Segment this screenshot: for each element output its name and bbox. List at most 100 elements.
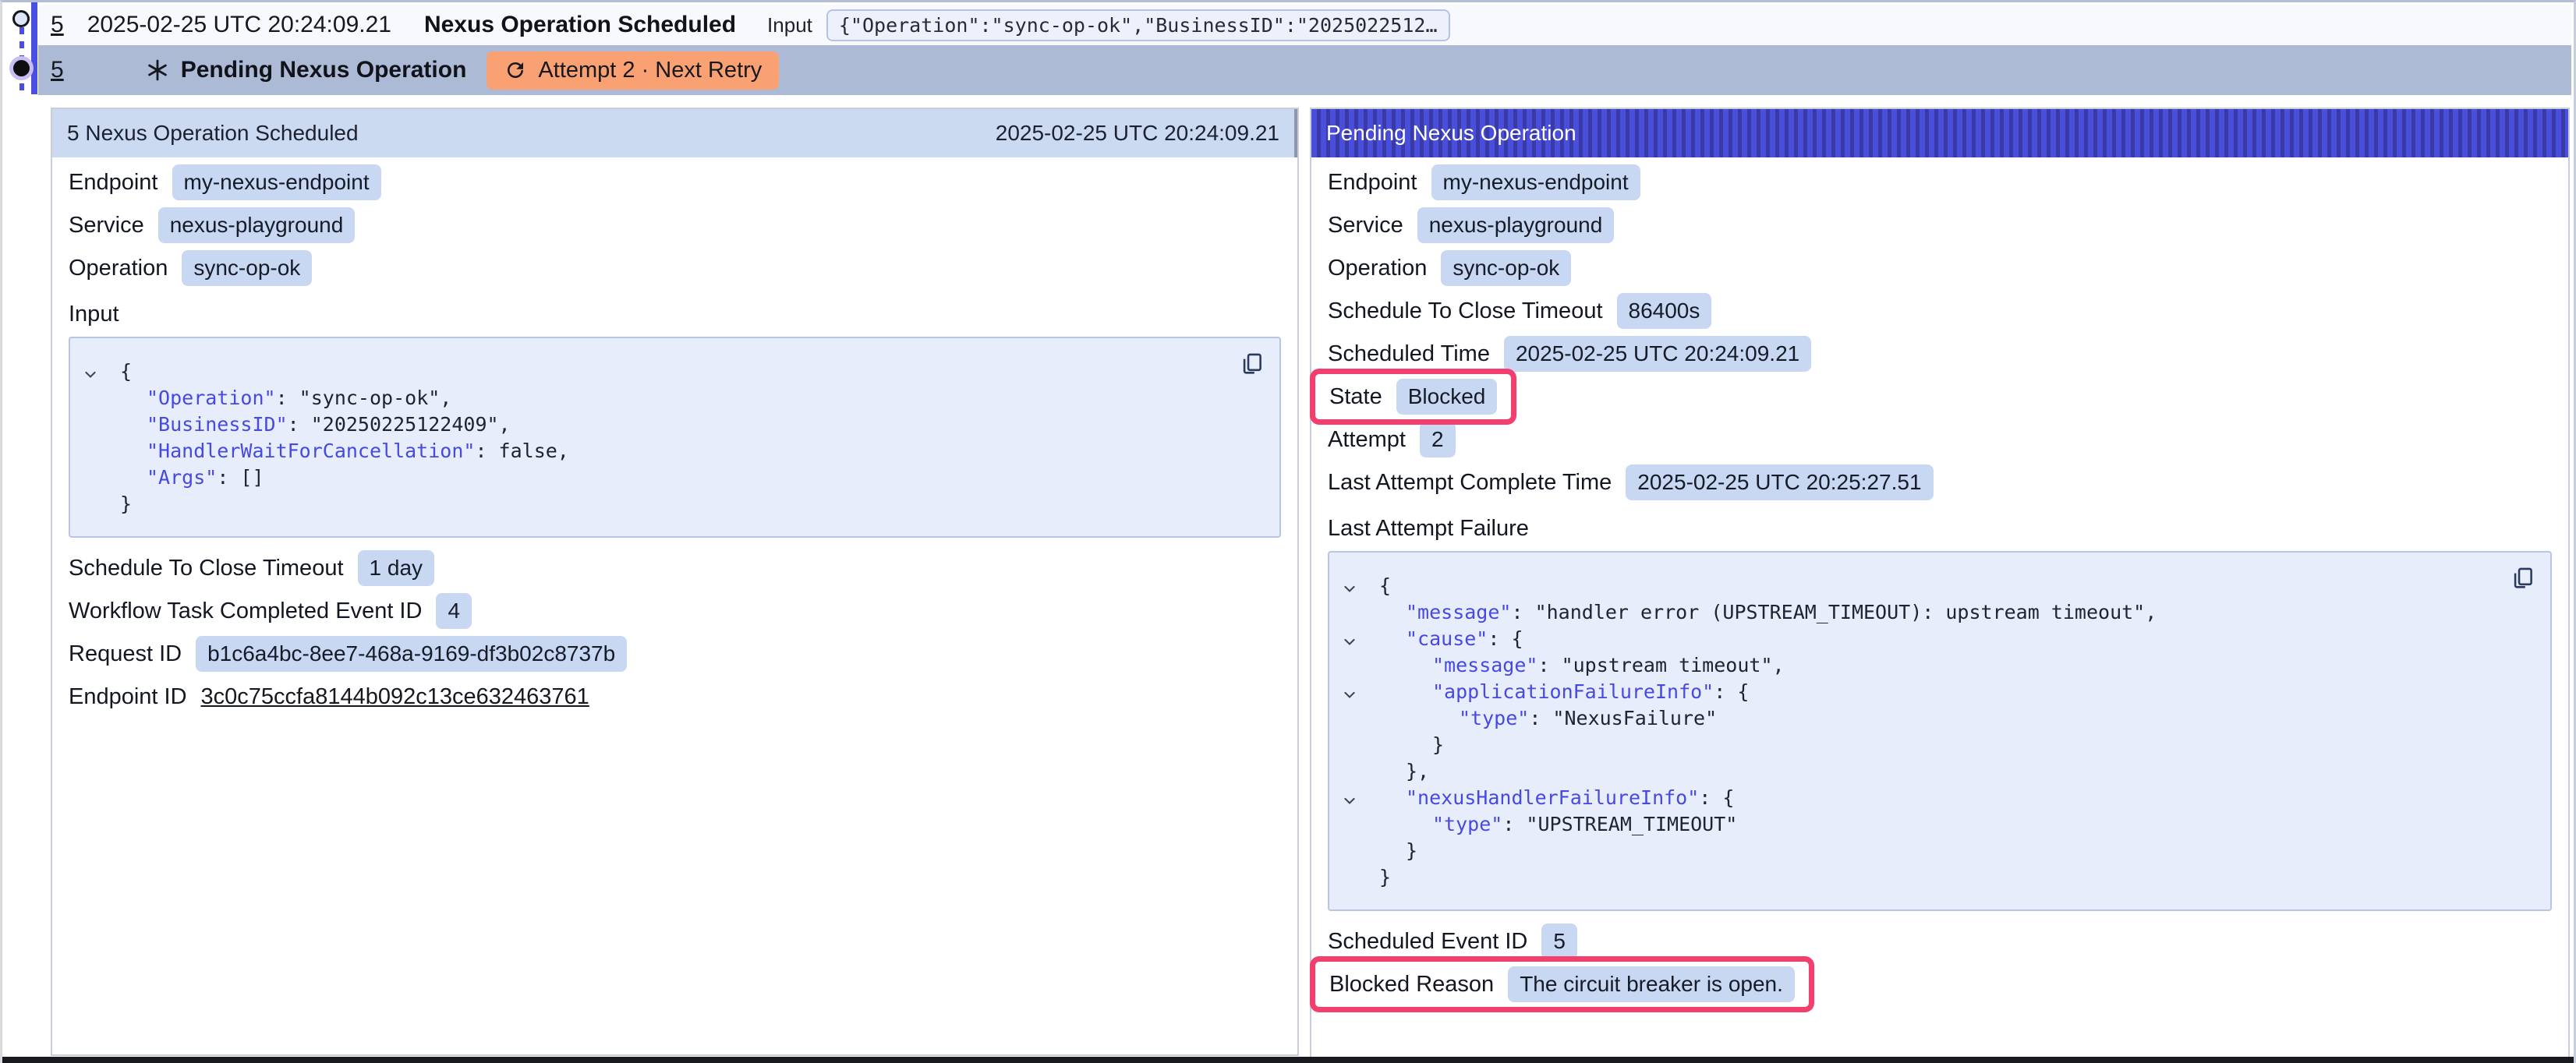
input-preview-chip[interactable]: {"Operation":"sync-op-ok","BusinessID":"… xyxy=(826,9,1450,41)
json-code-line: "Args": [] xyxy=(70,464,1217,491)
field-label: Service xyxy=(1328,213,1403,238)
event-row-pending-nexus-operation[interactable]: 5 Pending Nexus Operation Attempt 2 · Ne… xyxy=(38,45,2571,95)
field-row-workflow-task-completed-event-id: Workflow Task Completed Event ID4 xyxy=(69,593,1281,629)
field-row-state: State Blocked xyxy=(1328,379,2552,415)
json-text: : { xyxy=(1714,680,1749,703)
scheduled-event-detail-panel: 5 Nexus Operation Scheduled 2025-02-25 U… xyxy=(51,108,1299,1056)
input-json-viewer: {"Operation": "sync-op-ok","BusinessID":… xyxy=(69,337,1281,538)
event-row-nexus-operation-scheduled[interactable]: 5 2025-02-25 UTC 20:24:09.21 Nexus Opera… xyxy=(38,5,2571,45)
scheduled-panel-body: Endpoint my-nexus-endpoint Servicenexus-pl… xyxy=(52,164,1297,715)
retry-icon xyxy=(504,58,527,82)
field-label: Schedule To Close Timeout xyxy=(69,556,344,581)
json-text: : "UPSTREAM_TIMEOUT" xyxy=(1502,813,1737,835)
json-key: "HandlerWaitForCancellation" xyxy=(147,440,475,462)
field-row-last-attempt-complete-time: Last Attempt Complete Time 2025-02-25 UTC… xyxy=(1328,464,2552,500)
pending-panel-body: Endpointmy-nexus-endpointServicenexus-pl… xyxy=(1311,164,2568,1002)
attempt-retry-badge: Attempt 2 · Next Retry xyxy=(487,51,779,90)
json-code-line: "message": "upstream timeout", xyxy=(1329,652,2488,679)
json-code-line: } xyxy=(70,491,1217,517)
json-text: { xyxy=(1379,574,1391,597)
json-code-line: { xyxy=(1329,573,2488,599)
field-value-badge: 5 xyxy=(1541,924,1577,959)
field-label: Operation xyxy=(69,256,168,281)
pending-operation-detail-panel: Pending Nexus Operation Endpointmy-nexus… xyxy=(1310,108,2570,1063)
field-value-link[interactable]: 3c0c75ccfa8144b092c13ce632463761 xyxy=(201,684,589,710)
field-row-scheduled-time: Scheduled Time 2025-02-25 UTC 20:24:09.21 xyxy=(1328,336,2552,372)
json-text: : { xyxy=(1699,786,1734,809)
json-code-line: } xyxy=(1329,838,2488,864)
json-code-line: "nexusHandlerFailureInfo": { xyxy=(1329,785,2488,811)
json-code-line: } xyxy=(1329,732,2488,758)
field-value-badge: 4 xyxy=(436,593,472,629)
json-text: : "NexusFailure" xyxy=(1529,707,1717,729)
workflow-history-event-view: 5 2025-02-25 UTC 20:24:09.21 Nexus Opera… xyxy=(0,0,2576,1063)
copy-button[interactable] xyxy=(1239,351,1265,384)
copy-button[interactable] xyxy=(2510,565,2536,599)
field-label: Endpoint xyxy=(69,170,158,196)
field-value-badge: my-nexus-endpoint xyxy=(1431,164,1640,200)
field-value-badge: nexus-playground xyxy=(1417,207,1615,243)
field-label: State xyxy=(1329,384,1382,410)
event-id-link[interactable]: 5 xyxy=(51,57,64,83)
field-value-badge: my-nexus-endpoint xyxy=(172,164,381,200)
field-label: Scheduled Event ID xyxy=(1328,929,1527,955)
field-row-blocked-reason: Blocked ReasonThe circuit breaker is ope… xyxy=(1328,966,2552,1002)
json-code-line: "BusinessID": "20250225122409", xyxy=(70,411,1217,438)
annotation-highlight-box: Blocked ReasonThe circuit breaker is ope… xyxy=(1310,956,1814,1012)
field-label: Operation xyxy=(1328,256,1427,281)
json-text: } xyxy=(1432,733,1444,756)
json-code-line: }, xyxy=(1329,758,2488,785)
field-value-badge: 2 xyxy=(1420,422,1456,457)
input-label: Input xyxy=(767,13,812,37)
json-code-line: } xyxy=(1329,864,2488,891)
field-row-operation: Operation sync-op-ok xyxy=(1328,250,2552,286)
field-row-attempt: Attempt 2 xyxy=(1328,422,2552,457)
field-value-badge: 2025-02-25 UTC 20:24:09.21 xyxy=(1504,336,1811,372)
field-label: Blocked Reason xyxy=(1329,972,1494,998)
json-text: } xyxy=(1379,866,1391,888)
json-text: : "20250225122409", xyxy=(288,413,511,436)
json-code-line: { xyxy=(70,358,1217,385)
json-code-line: "type": "UPSTREAM_TIMEOUT" xyxy=(1329,811,2488,838)
field-row-schedule-to-close-timeout: Schedule To Close Timeout1 day xyxy=(69,550,1281,586)
field-value-badge: sync-op-ok xyxy=(182,250,312,286)
field-value-badge: b1c6a4bc-8ee7-468a-9169-df3b02c8737b xyxy=(196,636,627,672)
json-code-line: "HandlerWaitForCancellation": false, xyxy=(70,438,1217,464)
event-title: Nexus Operation Scheduled xyxy=(424,12,736,38)
json-text: { xyxy=(120,360,132,383)
field-row-service: Servicenexus-playground xyxy=(69,207,1281,243)
json-key: "type" xyxy=(1432,813,1502,835)
field-label: Last Attempt Complete Time xyxy=(1328,470,1612,496)
pending-asterisk-icon xyxy=(145,58,170,83)
field-label: Attempt xyxy=(1328,427,1406,453)
bottom-divider xyxy=(2,1057,2574,1063)
field-label: Request ID xyxy=(69,641,182,667)
json-code-line: "type": "NexusFailure" xyxy=(1329,705,2488,732)
field-value-badge: sync-op-ok xyxy=(1441,250,1571,286)
json-text: : "upstream timeout", xyxy=(1537,654,1784,676)
json-text: } xyxy=(120,493,132,515)
json-text: : "sync-op-ok", xyxy=(276,387,452,409)
json-key: "Operation" xyxy=(147,387,276,409)
field-value-badge: nexus-playground xyxy=(158,207,356,243)
json-key: "message" xyxy=(1406,601,1511,623)
json-key: "applicationFailureInfo" xyxy=(1432,680,1714,703)
json-code-line: "Operation": "sync-op-ok", xyxy=(70,385,1217,411)
json-key: "nexusHandlerFailureInfo" xyxy=(1406,786,1699,809)
field-label: Scheduled Time xyxy=(1328,341,1490,367)
field-value-badge: Blocked xyxy=(1396,379,1498,415)
json-key: "type" xyxy=(1459,707,1529,729)
json-text: : [] xyxy=(217,466,264,489)
json-code-line: "message": "handler error (UPSTREAM_TIME… xyxy=(1329,599,2488,626)
annotation-highlight-box: State Blocked xyxy=(1310,369,1516,425)
field-value-badge: 86400s xyxy=(1617,293,1712,329)
json-text: : false, xyxy=(475,440,568,462)
json-key: "BusinessID" xyxy=(147,413,288,436)
event-timestamp: 2025-02-25 UTC 20:24:09.21 xyxy=(87,12,391,38)
panel-timestamp: 2025-02-25 UTC 20:24:09.21 xyxy=(996,121,1279,146)
json-text: : "handler error (UPSTREAM_TIMEOUT): ups… xyxy=(1511,601,2157,623)
event-id-link[interactable]: 5 xyxy=(51,12,64,38)
field-row-endpoint-id: Endpoint ID3c0c75ccfa8144b092c13ce632463… xyxy=(69,679,1281,715)
field-value-badge: 2025-02-25 UTC 20:25:27.51 xyxy=(1626,464,1933,500)
json-text: : { xyxy=(1488,627,1523,650)
